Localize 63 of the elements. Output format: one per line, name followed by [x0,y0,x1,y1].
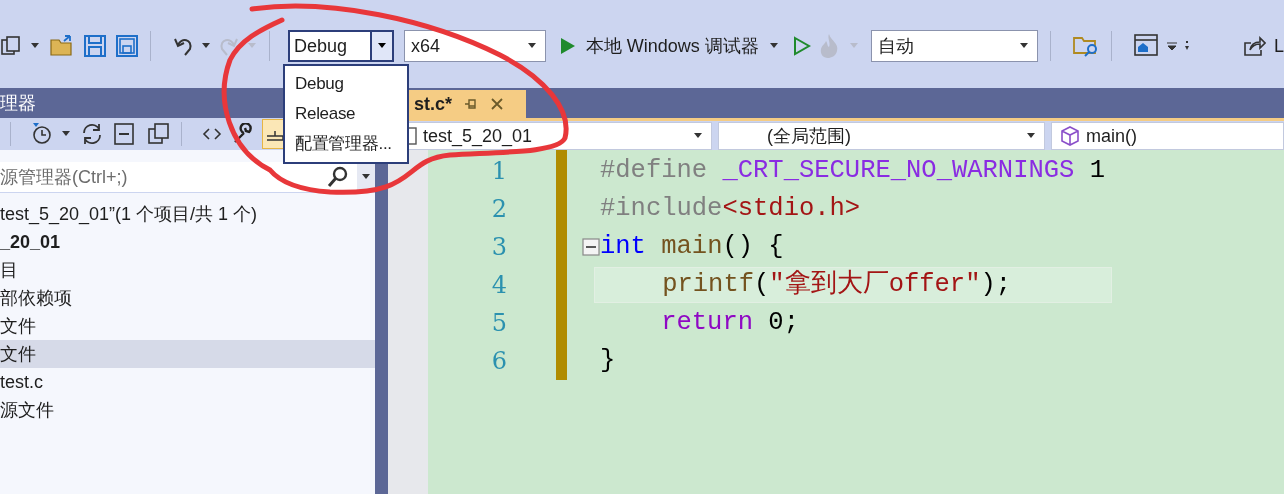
navigation-combo[interactable]: (全局范围) [718,122,1045,150]
line-number: 3 [490,233,507,261]
line-number: 6 [490,347,507,375]
caret-icon [768,43,779,49]
caret-icon [848,43,859,49]
folder-search-icon[interactable] [1073,34,1099,58]
caret-icon [1019,43,1029,49]
startup-combo[interactable]: 自动 [870,30,1038,62]
play-icon[interactable] [792,36,811,56]
caret-icon [526,43,537,49]
share-icon[interactable] [1242,35,1266,57]
caret-icon [361,174,371,180]
tree-item[interactable]: _20_01 [0,228,375,256]
code-line: #define _CRT_SECURE_NO_WARNINGS 1 [600,155,1106,187]
caret-icon[interactable] [201,43,211,49]
window-home-icon[interactable] [1134,34,1160,58]
dropdown-button[interactable] [370,32,392,60]
code-editor[interactable]: 1 #define _CRT_SECURE_NO_WARNINGS 1 2 #include<stdio.h> 3 int main() { 4 printf("拿到大厂offer"); 5 return 0; 6 } [388,150,1284,494]
tree-item[interactable]: 部依赖项 [0,284,375,312]
pin-icon[interactable] [464,97,479,111]
panel-title: 理器 [0,92,36,115]
caret-icon [693,133,703,139]
tree-item[interactable]: test.c [0,368,375,396]
line-number: 1 [490,157,507,185]
overflow-icon[interactable] [1166,41,1178,51]
menu-item[interactable]: Debug [285,69,407,99]
tree-item[interactable]: 文件 [0,312,375,340]
caret-icon [247,43,257,49]
tree-item[interactable]: 目 [0,256,375,284]
search-icon[interactable] [327,166,349,188]
code-line: int main() { [600,231,785,263]
collapse-icon[interactable] [582,238,600,256]
configuration-combo[interactable]: Debug [288,30,394,62]
code-line: return 0; [660,307,800,339]
platform-combo[interactable]: x64 [404,30,546,62]
caret-icon [377,43,387,49]
close-icon[interactable] [490,97,505,111]
refresh-icon[interactable] [81,123,103,145]
caret-icon[interactable] [61,131,71,137]
save-icon[interactable] [84,35,106,57]
tree-item[interactable]: 文件 [0,340,375,368]
search-field[interactable]: 源管理器(Ctrl+;) [0,162,327,192]
editor-tab[interactable]: st.c* [406,90,526,118]
caret-icon[interactable] [30,43,40,49]
line-number: 5 [490,309,507,337]
code-line: } [600,345,617,377]
code-line: #include<stdio.h> [600,193,862,225]
copy-icon[interactable] [147,122,171,146]
cube-icon [1060,126,1080,146]
navigation-combo[interactable]: main() [1051,122,1284,150]
save-all-icon[interactable] [116,35,138,57]
overflow-icon[interactable] [1184,41,1190,51]
collapse-all-icon[interactable] [113,122,137,146]
tree-item[interactable]: 源文件 [0,396,375,424]
code-icon[interactable] [202,127,222,141]
line-number: 4 [490,271,507,299]
tree-item[interactable]: test_5_20_01”(1 个项目/共 1 个) [0,200,375,228]
open-folder-icon[interactable] [50,35,74,57]
line-number: 2 [490,195,507,223]
start-debugging-button[interactable]: 本地 Windows 调试器 [555,34,783,58]
play-icon [559,37,576,55]
caret-icon [1026,133,1036,139]
toolbar-label[interactable]: L [1274,35,1284,57]
